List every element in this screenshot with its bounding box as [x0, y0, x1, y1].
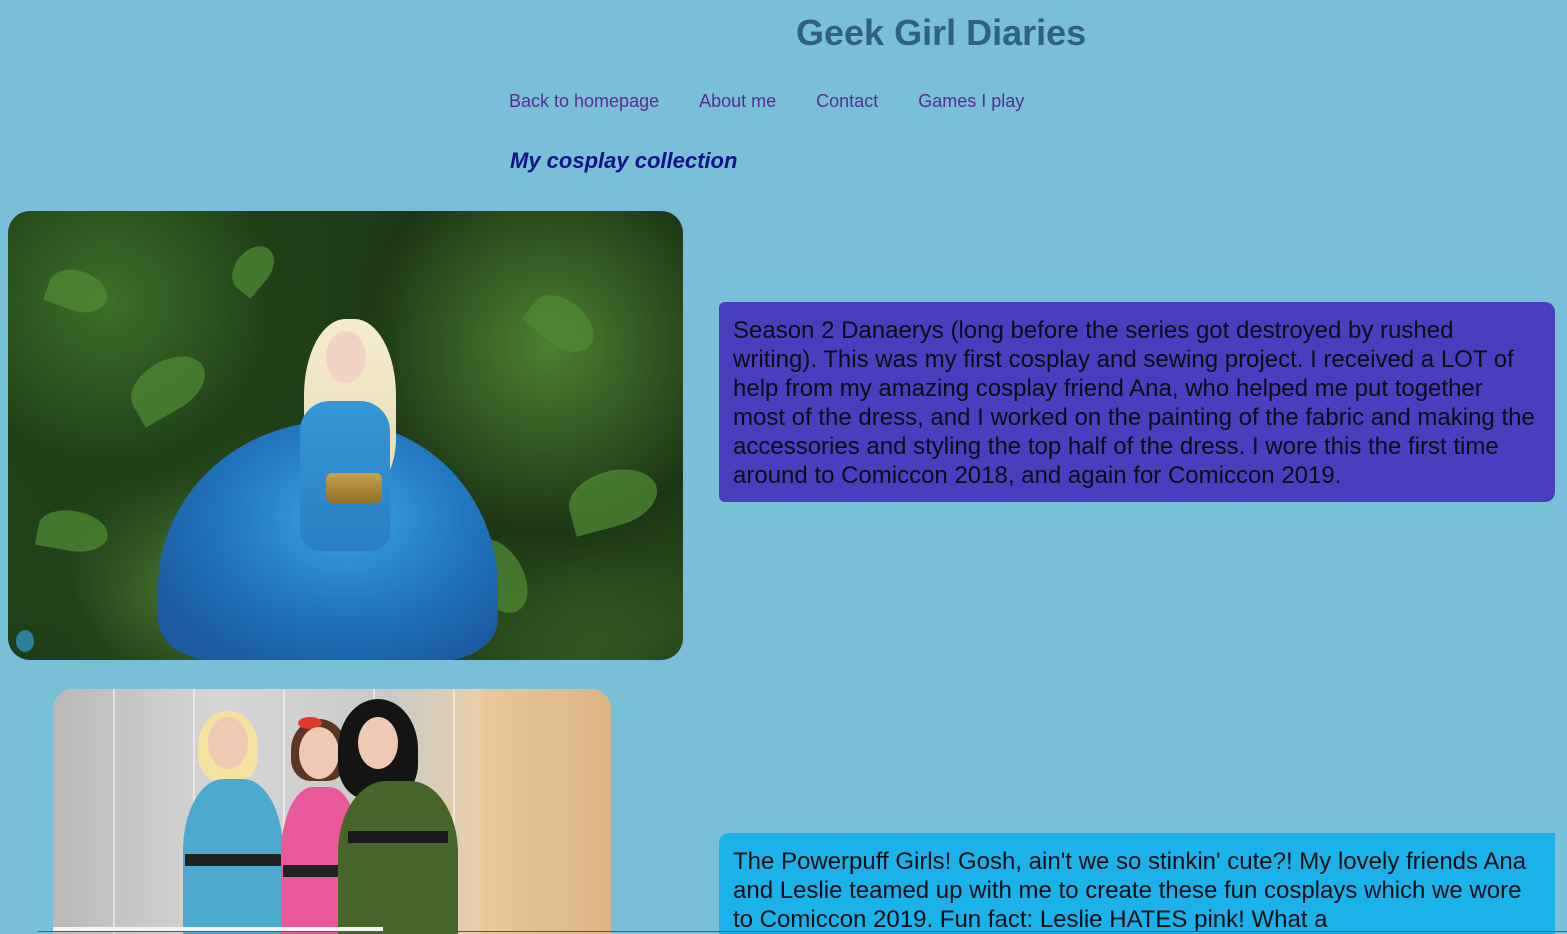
main-nav: Back to homepage About me Contact Games …	[509, 91, 1024, 112]
cosplay-photo-powerpuff	[53, 689, 611, 934]
cosplay-photo-daenerys	[8, 211, 683, 660]
nav-link-contact[interactable]: Contact	[816, 91, 878, 112]
nav-link-homepage[interactable]: Back to homepage	[509, 91, 659, 112]
gold-belt	[326, 473, 382, 503]
section-heading: My cosplay collection	[510, 148, 738, 173]
page: Geek Girl Diaries Back to homepage About…	[0, 0, 1567, 934]
nav-link-about[interactable]: About me	[699, 91, 776, 112]
watermark-icon	[16, 630, 34, 652]
caption-powerpuff: The Powerpuff Girls! Gosh, ain't we so s…	[719, 833, 1555, 934]
scroll-edge-divider	[38, 931, 1567, 932]
nav-link-games[interactable]: Games I play	[918, 91, 1024, 112]
site-title: Geek Girl Diaries	[796, 12, 1087, 53]
caption-daenerys: Season 2 Danaerys (long before the serie…	[719, 302, 1555, 502]
